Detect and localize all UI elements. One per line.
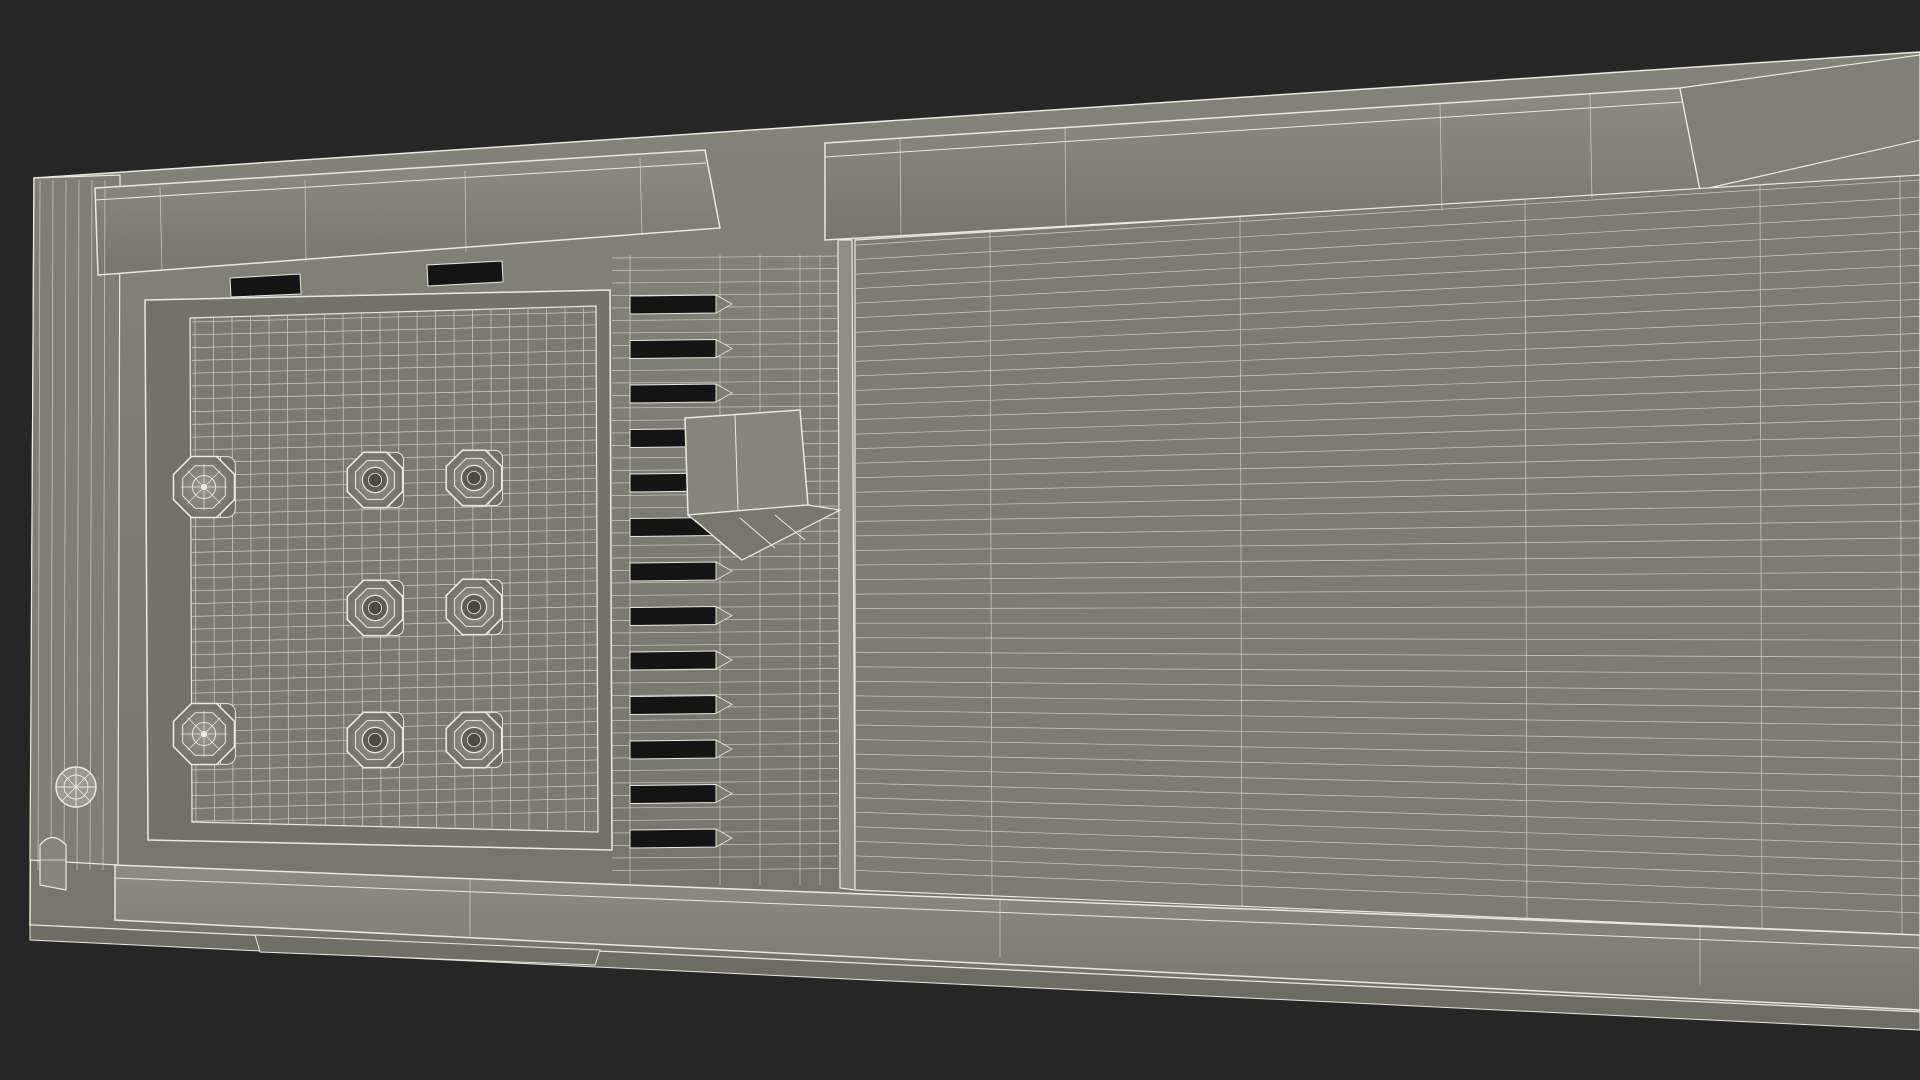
vent-slot: [629, 650, 717, 671]
large-connector-jack-icon: [172, 455, 236, 519]
vent-slot: [629, 294, 717, 315]
wireframe-render-canvas: [0, 0, 1920, 1080]
large-connector-jack-icon: [172, 702, 236, 766]
screw-head-icon: [55, 766, 97, 808]
vent-slot: [629, 783, 717, 805]
divider-wall: [837, 239, 856, 891]
connector-jack-icon: [445, 449, 503, 507]
vent-slot: [629, 383, 717, 404]
vent-slot: [629, 605, 717, 627]
left-frame: [29, 174, 121, 866]
connector-jack-icon: [445, 711, 503, 769]
vent-slot: [629, 338, 717, 360]
vent-slot: [629, 828, 717, 849]
connector-jack-icon: [346, 579, 404, 637]
vent-slot: [229, 273, 302, 298]
connector-jack-icon: [346, 711, 404, 769]
vent-slot: [629, 739, 717, 760]
connector-jack-icon: [445, 578, 503, 636]
vent-slot: [426, 260, 504, 287]
latch: [39, 836, 67, 891]
connector-jack-icon: [346, 451, 404, 509]
vent-slot: [629, 694, 717, 716]
vent-slot: [629, 561, 717, 582]
